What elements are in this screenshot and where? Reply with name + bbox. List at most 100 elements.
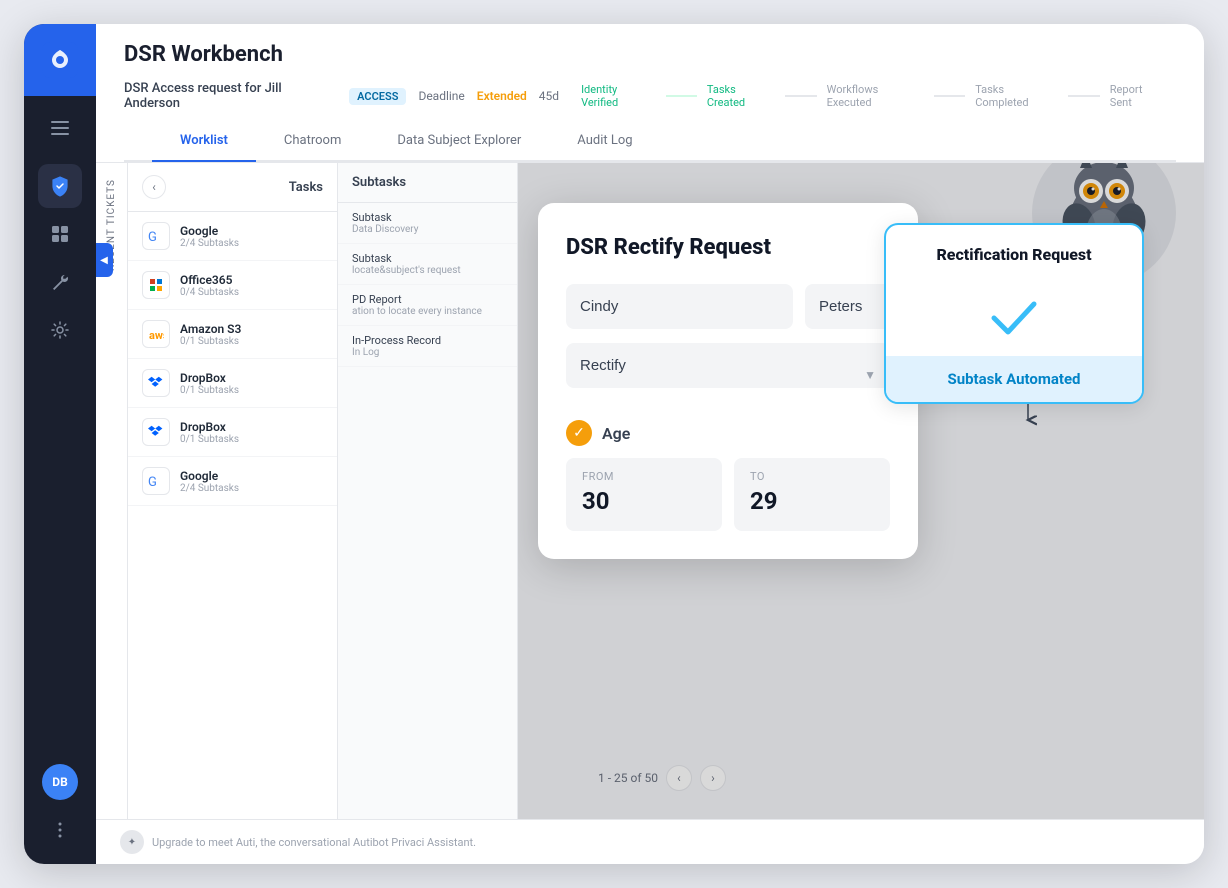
task-logo-office365 (142, 271, 170, 299)
task-logo-dropbox (142, 369, 170, 397)
content-row: ◀ Recent Tickets ‹ Tasks G Google 2/4 Su… (96, 163, 1204, 819)
tab-chatroom[interactable]: Chatroom (256, 121, 369, 162)
tasks-header: ‹ Tasks (128, 163, 337, 212)
task-logo-amazons3: aws (142, 320, 170, 348)
age-label-row: ✓ Age (566, 420, 890, 446)
rectification-title: Rectification Request (886, 225, 1142, 280)
step-identity: Identity Verified (571, 83, 665, 109)
task-subtasks: 2/4 Subtasks (180, 483, 323, 494)
modal-name-row (566, 284, 890, 329)
subtask-row-3[interactable]: PD Report ation to locate every instance (338, 285, 517, 326)
age-to-box: To 29 (734, 458, 890, 531)
sidebar-item-tool[interactable] (38, 260, 82, 304)
subtask-name: In-Process Record (352, 334, 503, 347)
bottom-banner: ✦ Upgrade to meet Auti, the conversation… (96, 819, 1204, 864)
banner-text: Upgrade to meet Auti, the conversational… (152, 836, 476, 849)
step-tasks: Tasks Created (697, 83, 785, 109)
sidebar-item-grid[interactable] (38, 212, 82, 256)
request-type-select[interactable]: Rectify (566, 343, 890, 388)
step-line-2 (785, 95, 816, 97)
age-from-box: From 30 (566, 458, 722, 531)
age-from-value: 30 (582, 487, 706, 515)
age-to-label: To (750, 470, 874, 483)
age-section: ✓ Age From 30 To 29 (566, 420, 890, 531)
top-header: DSR Workbench DSR Access request for Jil… (96, 24, 1204, 163)
task-logo-google: G (142, 222, 170, 250)
tabs-bar: Worklist Chatroom Data Subject Explorer … (124, 121, 1176, 162)
task-name: Office365 (180, 273, 323, 287)
task-item-office365[interactable]: Office365 0/4 Subtasks (128, 261, 337, 310)
task-item-google-1[interactable]: G Google 2/4 Subtasks (128, 212, 337, 261)
task-item-amazons3[interactable]: aws Amazon S3 0/1 Subtasks (128, 310, 337, 359)
subtask-detail: ation to locate every instance (352, 306, 503, 317)
task-name: Amazon S3 (180, 322, 323, 336)
step-line-3 (934, 95, 965, 97)
user-avatar[interactable]: DB (42, 764, 78, 800)
subtasks-title: Subtasks (352, 175, 406, 190)
sidebar-item-shield[interactable] (38, 164, 82, 208)
sidebar-logo (24, 24, 96, 96)
progress-steps: Identity Verified Tasks Created Workflow… (571, 83, 1176, 109)
tasks-back-button[interactable]: ‹ (142, 175, 166, 199)
task-name: DropBox (180, 371, 323, 385)
task-info-amazons3: Amazon S3 0/1 Subtasks (180, 322, 323, 347)
collapse-button[interactable]: ◀ (96, 243, 113, 277)
tasks-panel: ‹ Tasks G Google 2/4 Subtasks (128, 163, 338, 819)
rectification-box: Rectification Request Subtask Automated (884, 223, 1144, 404)
first-name-input[interactable] (566, 284, 793, 329)
task-item-dropbox-2[interactable]: DropBox 0/1 Subtasks (128, 408, 337, 457)
subtasks-header: Subtasks ⤢ (338, 163, 517, 203)
subtask-name: Subtask (352, 252, 503, 265)
task-subtasks: 0/1 Subtasks (180, 434, 323, 445)
request-bar: DSR Access request for Jill Anderson ACC… (124, 81, 1176, 111)
task-subtasks: 0/1 Subtasks (180, 385, 323, 396)
sidebar-item-gear[interactable] (38, 308, 82, 352)
task-name: Google (180, 224, 323, 238)
subtask-row-2[interactable]: Subtask locate&subject's request (338, 244, 517, 285)
task-logo-google2: G (142, 467, 170, 495)
age-check-icon: ✓ (566, 420, 592, 446)
subtask-name: Subtask (352, 211, 503, 224)
more-options-icon[interactable] (42, 812, 78, 848)
tab-data-subject[interactable]: Data Subject Explorer (369, 121, 549, 162)
deadline-label: Deadline (418, 89, 464, 103)
task-item-google-2[interactable]: G Google 2/4 Subtasks (128, 457, 337, 506)
check-icon (986, 296, 1042, 340)
subtask-row-4[interactable]: In-Process Record In Log (338, 326, 517, 367)
request-title: DSR Access request for Jill Anderson (124, 81, 337, 111)
check-area (886, 280, 1142, 356)
svg-text:G: G (148, 230, 157, 244)
step-line-1 (666, 95, 697, 97)
task-item-dropbox-1[interactable]: DropBox 0/1 Subtasks (128, 359, 337, 408)
task-info-google-1: Google 2/4 Subtasks (180, 224, 323, 249)
age-to-value: 29 (750, 487, 874, 515)
step-line-4 (1068, 95, 1099, 97)
tab-worklist[interactable]: Worklist (152, 121, 256, 162)
svg-text:G: G (148, 475, 157, 489)
task-info-office365: Office365 0/4 Subtasks (180, 273, 323, 298)
hamburger-button[interactable] (24, 104, 96, 152)
subtask-detail: locate&subject's request (352, 265, 503, 276)
page-title: DSR Workbench (124, 42, 1176, 67)
task-info-dropbox-1: DropBox 0/1 Subtasks (180, 371, 323, 396)
deadline-value: 45d (539, 89, 559, 103)
access-badge: ACCESS (349, 88, 406, 105)
main-content: DSR Rectify Request Rectify ▼ (518, 163, 1204, 819)
automated-button[interactable]: Subtask Automated (886, 356, 1142, 402)
step-tasks-completed: Tasks Completed (965, 83, 1068, 109)
sidebar-bottom: DB (42, 764, 78, 864)
main-area: DSR Workbench DSR Access request for Jil… (96, 24, 1204, 864)
task-name: Google (180, 469, 323, 483)
task-subtasks: 0/4 Subtasks (180, 287, 323, 298)
task-name: DropBox (180, 420, 323, 434)
subtask-name: PD Report (352, 293, 503, 306)
task-info-dropbox-2: DropBox 0/1 Subtasks (180, 420, 323, 445)
tab-audit-log[interactable]: Audit Log (549, 121, 660, 162)
age-text: Age (602, 424, 630, 443)
svg-text:aws: aws (149, 329, 164, 342)
recent-panel: ◀ Recent Tickets (96, 163, 128, 819)
extended-label: Extended (477, 89, 527, 103)
task-info-google-2: Google 2/4 Subtasks (180, 469, 323, 494)
age-from-label: From (582, 470, 706, 483)
subtask-row-1[interactable]: Subtask Data Discovery (338, 203, 517, 244)
